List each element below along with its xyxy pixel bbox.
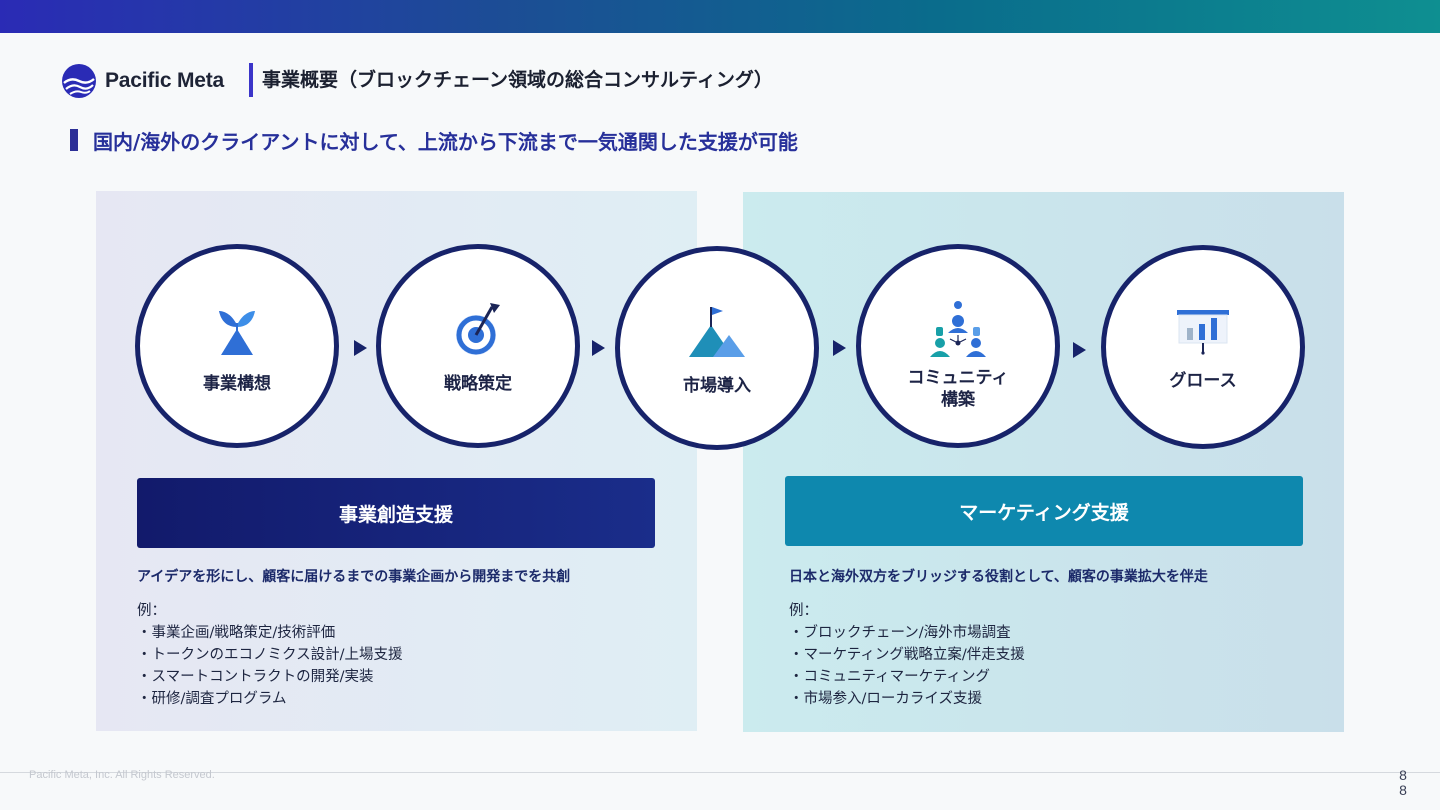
step-label: 構築 (941, 390, 975, 410)
arrow-icon (833, 340, 846, 356)
step-label: 戦略策定 (444, 374, 512, 394)
target-icon (446, 299, 510, 359)
step-growth: グロース (1101, 245, 1305, 449)
subtitle-marker (70, 129, 78, 151)
business-creation-examples: 例： ・事業企画/戦略策定/技術評価 ・トークンのエコノミクス設計/上場支援 ・… (137, 600, 402, 710)
list-item: ・事業企画/戦略策定/技術評価 (137, 625, 336, 641)
step-label: グロース (1169, 371, 1237, 391)
step-label: 事業構想 (203, 374, 271, 394)
business-creation-description: アイデアを形にし、顧客に届けるまでの事業企画から開発までを共創 (137, 569, 571, 585)
page-number: 8 8 (1396, 768, 1410, 798)
list-item: ・マーケティング戦略立案/伴走支援 (789, 647, 1025, 663)
arrow-icon (354, 340, 367, 356)
bar-chart-icon (1171, 300, 1235, 360)
logo-text: Pacific Meta (105, 69, 224, 92)
step-market-entry: 市場導入 (615, 246, 819, 450)
arrow-icon (592, 340, 605, 356)
subtitle: 国内/海外のクライアントに対して、上流から下流まで一気通関した支援が可能 (93, 130, 798, 154)
company-logo: Pacific Meta (61, 62, 224, 100)
step-business-concept: 事業構想 (135, 244, 339, 448)
list-item: ・スマートコントラクトの開発/実装 (137, 669, 374, 685)
example-label: 例： (789, 603, 818, 619)
business-creation-title: 事業創造支援 (137, 478, 655, 548)
footer-divider (0, 772, 1440, 773)
arrow-icon (1073, 342, 1086, 358)
step-label: 市場導入 (683, 376, 751, 396)
list-item: ・研修/調査プログラム (137, 691, 287, 707)
page-number-bottom: 8 (1399, 782, 1407, 798)
marketing-support-title: マーケティング支援 (785, 476, 1303, 546)
top-gradient-bar (0, 0, 1440, 33)
step-label: コミュニティ (907, 368, 1009, 388)
list-item: ・ブロックチェーン/海外市場調査 (789, 625, 1011, 641)
header-divider (249, 63, 253, 97)
wave-logo-icon (62, 64, 96, 98)
list-item: ・コミュニティマーケティング (789, 669, 990, 685)
list-item: ・市場参入/ローカライズ支援 (789, 691, 982, 707)
step-community-building: コミュニティ 構築 (856, 244, 1060, 448)
mountain-flag-icon (685, 301, 749, 361)
marketing-support-description: 日本と海外双方をブリッジする役割として、顧客の事業拡大を伴走 (789, 569, 1208, 585)
sprout-icon (205, 299, 269, 359)
example-label: 例： (137, 603, 166, 619)
copyright-text: Pacific Meta, Inc. All Rights Reserved. (29, 769, 215, 781)
community-icon (926, 299, 990, 359)
list-item: ・トークンのエコノミクス設計/上場支援 (137, 647, 403, 663)
page-title: 事業概要（ブロックチェーン領域の総合コンサルティング） (262, 69, 773, 91)
marketing-support-examples: 例： ・ブロックチェーン/海外市場調査 ・マーケティング戦略立案/伴走支援 ・コ… (789, 600, 1025, 710)
step-strategy: 戦略策定 (376, 244, 580, 448)
page-number-top: 8 (1399, 767, 1407, 783)
